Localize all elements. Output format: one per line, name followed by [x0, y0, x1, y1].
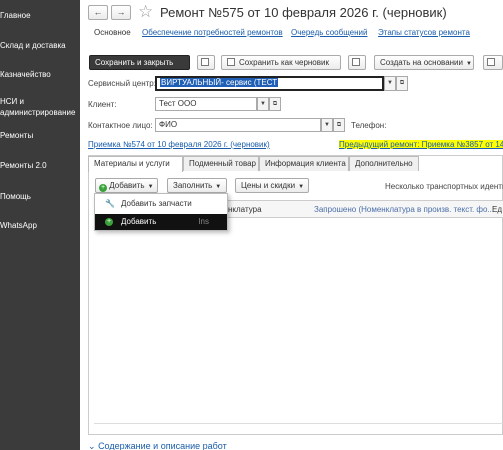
wrench-icon: 🔧: [105, 199, 115, 208]
shortcut-label: Ins: [198, 217, 209, 226]
client-open[interactable]: ⧉: [269, 97, 281, 111]
chevron-down-icon: ⌄: [88, 441, 96, 450]
floppy-icon: [201, 58, 209, 66]
client-field[interactable]: Тест ООО: [155, 97, 257, 111]
sidebar-item-nsi[interactable]: НСИ и администрирование: [0, 96, 80, 118]
create-based-button[interactable]: Создать на основании ▼: [374, 55, 474, 70]
sidebar-item-repairs[interactable]: Ремонты: [0, 130, 33, 141]
column-requested[interactable]: Запрошено (Номенклатура в произв. текст.…: [314, 205, 494, 214]
contact-dropdown[interactable]: ▼: [321, 118, 333, 132]
chevron-down-icon: ▼: [260, 101, 266, 107]
add-dropdown-menu: 🔧 Добавить запчасти + Добавить Ins: [94, 193, 228, 231]
sidebar-item-main[interactable]: Главное: [0, 10, 31, 21]
service-center-label: Сервисный центр:: [88, 79, 156, 88]
forward-button[interactable]: →: [111, 5, 131, 20]
grid-footer: [94, 423, 503, 432]
fill-button[interactable]: Заполнить ▼: [167, 178, 227, 193]
tab-needs[interactable]: Обеспечение потребностей ремонтов: [142, 28, 283, 37]
printer-icon: [487, 58, 495, 66]
arrow-right-icon: →: [116, 7, 126, 17]
service-center-dropdown[interactable]: ▼: [384, 76, 396, 91]
contact-label: Контактное лицо:: [88, 121, 153, 130]
chevron-down-icon: ▼: [147, 184, 154, 190]
save-draft-button[interactable]: Сохранить как черновик: [221, 55, 341, 70]
menu-item-add-parts[interactable]: 🔧 Добавить запчасти: [95, 196, 227, 212]
draft-icon: [227, 58, 235, 66]
back-button[interactable]: ←: [88, 5, 108, 20]
report-icon: [352, 58, 360, 66]
tab-message-queue[interactable]: Очередь сообщений: [291, 28, 368, 37]
contact-open[interactable]: ⧉: [333, 118, 345, 132]
add-button[interactable]: + Добавить ▼: [95, 178, 158, 193]
sidebar-item-help[interactable]: Помощь: [0, 191, 31, 202]
service-center-open[interactable]: ⧉: [396, 76, 408, 91]
open-link-icon: ⧉: [399, 80, 405, 86]
tab-client-info[interactable]: Информация клиента: [259, 156, 349, 171]
favorite-star-icon[interactable]: ☆: [138, 2, 153, 21]
tab-materials-services[interactable]: Материалы и услуги: [88, 156, 183, 172]
work-description-section[interactable]: ⌄ Содержание и описание работ: [88, 441, 227, 450]
client-dropdown[interactable]: ▼: [257, 97, 269, 111]
open-link-icon: ⧉: [272, 101, 278, 107]
report-button[interactable]: [348, 55, 366, 70]
chevron-down-icon: ▼: [215, 184, 222, 190]
tab-main[interactable]: Основное: [94, 28, 131, 37]
sidebar-item-warehouse[interactable]: Склад и доставка: [0, 40, 66, 51]
save-button[interactable]: [197, 55, 215, 70]
previous-repair-link[interactable]: Предыдущий ремонт: Приемка №3857 от 14: [339, 140, 503, 149]
reception-link[interactable]: Приемка №574 от 10 февраля 2026 г. (черн…: [88, 140, 270, 149]
tab-replacement[interactable]: Подменный товар: [183, 156, 259, 171]
tab-additional[interactable]: Дополнительно: [349, 156, 419, 171]
print-button[interactable]: [483, 55, 503, 70]
contact-field[interactable]: ФИО: [155, 118, 321, 132]
chevron-down-icon: ▼: [387, 80, 393, 86]
prices-discounts-button[interactable]: Цены и скидки ▼: [235, 178, 309, 193]
service-center-field[interactable]: ВИРТУАЛЬНЫЙ- сервис (ТЕСТ: [155, 76, 384, 91]
open-link-icon: ⧉: [336, 122, 342, 128]
sidebar-item-repairs-2[interactable]: Ремонты 2.0: [0, 160, 47, 171]
arrow-left-icon: ←: [93, 7, 103, 17]
sidebar-item-treasury[interactable]: Казначейство: [0, 69, 51, 80]
chevron-down-icon: ▼: [298, 184, 305, 190]
column-nomenclature[interactable]: нклатура: [228, 205, 262, 214]
chevron-down-icon: ▼: [324, 122, 330, 128]
column-unit[interactable]: Ед: [492, 205, 502, 214]
page-title: Ремонт №575 от 10 февраля 2026 г. (черно…: [160, 5, 447, 20]
sidebar: Главное Склад и доставка Казначейство НС…: [0, 0, 80, 450]
tab-status-stages[interactable]: Этапы статусов ремонта: [378, 28, 470, 37]
save-close-button[interactable]: Сохранить и закрыть: [89, 55, 190, 70]
client-label: Клиент:: [88, 100, 117, 109]
chevron-down-icon: ▼: [466, 61, 472, 67]
transport-info-text: Несколько транспортных иденти: [385, 182, 503, 191]
plus-icon: +: [105, 218, 113, 226]
main-area: ← → ☆ Ремонт №575 от 10 февраля 2026 г. …: [80, 0, 503, 450]
phone-label: Телефон:: [351, 121, 387, 130]
menu-item-add[interactable]: + Добавить Ins: [95, 214, 227, 230]
sidebar-item-whatsapp[interactable]: WhatsApp: [0, 220, 37, 231]
plus-icon: +: [99, 184, 107, 192]
